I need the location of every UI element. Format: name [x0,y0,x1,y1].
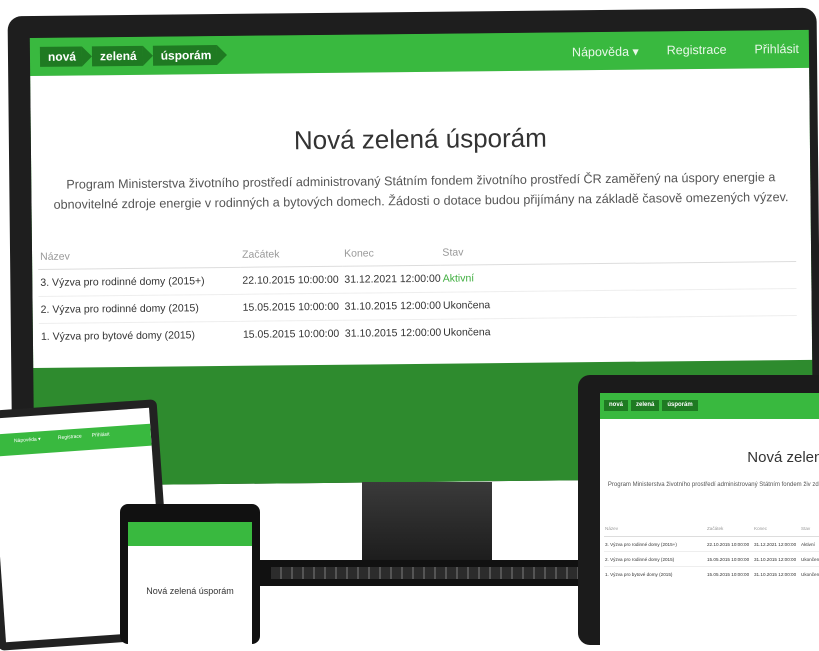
tablet-header-start: Začátek [706,521,753,537]
tablet-call-name: 3. Výzva pro rodinné domy (2015+) [604,536,706,552]
tablet-call-end: 31.10.2015 12:00:00 [753,551,800,567]
page-description: Program Ministerstva životního prostředí… [53,170,789,212]
tablet-call-start: 22.10.2015 10:00:00 [706,536,753,552]
tablet-logo-part: nová [604,400,629,411]
call-start: 15.05.2015 10:00:00 [240,320,344,348]
column-header-start: Začátek [239,241,343,268]
calls-table: Název Začátek Konec Stav 3. Výzva pro ro… [37,237,798,350]
nav-help-dropdown[interactable]: Nápověda ▾ [572,43,639,59]
laptop-nav-register: Registrace [57,433,82,442]
tablet-call-start: 15.05.2015 10:00:00 [706,566,753,581]
column-header-name: Název [37,242,241,270]
tablet-calls-table: Název Začátek Konec Stav 3. Výzva pro ro… [604,521,819,581]
column-header-status: Stav [440,237,797,266]
tablet-call-status: Ukončena [800,551,819,567]
tablet-logo: nová zelená úsporám [604,400,701,411]
tablet-navbar: nová zelená úsporám [600,393,819,419]
tablet-call-end: 31.10.2015 12:00:00 [753,566,800,581]
logo-part-zelena: zelená [91,45,143,67]
tablet-header-end: Konec [753,521,800,537]
logo-part-usporam: úsporám [152,45,218,66]
phone-screen: Nová zelená úsporám [128,522,252,644]
call-name[interactable]: 2. Výzva pro rodinné domy (2015) [38,294,241,324]
keyboard [255,560,605,586]
tablet-logo-part: úsporám [662,400,698,411]
tablet-table-row: 1. Výzva pro bytové domy (2015) 15.05.20… [604,566,819,581]
laptop-nav-login: Přihlásit [91,431,110,439]
nav-login-link[interactable]: Přihlásit [754,42,799,56]
tablet-header-status: Stav [800,521,819,537]
tablet-call-end: 31.12.2021 12:00:00 [753,536,800,552]
column-header-end: Konec [341,240,441,267]
tablet-call-name: 2. Výzva pro rodinné domy (2015) [604,551,706,567]
call-end: 31.10.2015 12:00:00 [342,292,442,321]
laptop-navbar: Nápověda ▾ Registrace Přihlásit [0,423,152,457]
call-start: 15.05.2015 10:00:00 [240,293,343,322]
tablet-call-name: 1. Výzva pro bytové domy (2015) [604,566,706,581]
call-status: Ukončena [440,288,797,320]
call-status: Aktivní [440,261,797,293]
nav-register-link[interactable]: Registrace [667,43,727,58]
tablet-table-row: 3. Výzva pro rodinné domy (2015+) 22.10.… [604,536,819,552]
tablet-header-name: Název [604,521,706,537]
call-name[interactable]: 1. Výzva pro bytové domy (2015) [38,321,242,350]
tablet-call-status: Aktivní [800,536,819,552]
call-end: 31.10.2015 12:00:00 [342,319,442,347]
main-content: Nová zelená úsporám Program Ministerstva… [30,67,813,368]
phone-device: Nová zelená úsporám [120,504,260,644]
nav-links: Nápověda ▾ Registrace Přihlásit [544,30,799,71]
laptop-nav-help: Nápověda ▾ [13,436,41,445]
tablet-call-status: Ukončena [800,566,819,581]
call-status: Ukončena [441,315,798,346]
tablet-logo-part: zelená [631,400,660,411]
site-logo[interactable]: nová zelená úsporám [39,45,228,67]
call-start: 22.10.2015 10:00:00 [240,266,343,295]
tablet-page-title: Nová zelená ús [747,449,819,466]
tablet-page-description: Program Ministerstva životního prostředí… [607,482,819,488]
tablet-call-start: 15.05.2015 10:00:00 [706,551,753,567]
page-title: Nová zelená úsporám [293,122,547,156]
call-end: 31.12.2021 12:00:00 [342,265,441,294]
tablet-device: nová zelená úsporám Nová zelená ús Progr… [578,375,819,645]
tablet-table-row: 2. Výzva pro rodinné domy (2015) 15.05.2… [604,551,819,567]
call-name[interactable]: 3. Výzva pro rodinné domy (2015+) [38,267,241,297]
phone-navbar [128,522,252,546]
phone-page-title: Nová zelená úsporám [146,586,234,596]
tablet-screen: nová zelená úsporám Nová zelená ús Progr… [600,393,819,645]
logo-part-nova: nová [39,46,83,67]
